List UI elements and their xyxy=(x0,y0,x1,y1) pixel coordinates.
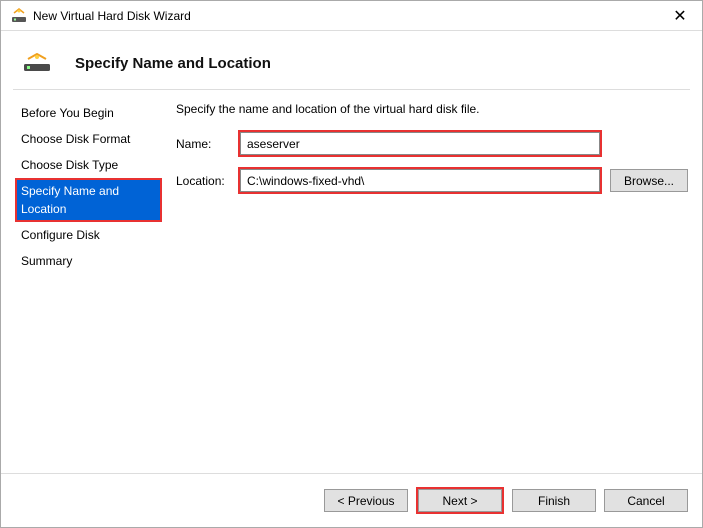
step-before-you-begin[interactable]: Before You Begin xyxy=(15,100,162,126)
next-button[interactable]: Next > xyxy=(418,489,502,512)
finish-button[interactable]: Finish xyxy=(512,489,596,512)
step-choose-disk-format[interactable]: Choose Disk Format xyxy=(15,126,162,152)
content-pane: Specify the name and location of the vir… xyxy=(162,90,702,465)
browse-button[interactable]: Browse... xyxy=(610,169,688,192)
previous-button[interactable]: < Previous xyxy=(324,489,408,512)
cancel-button[interactable]: Cancel xyxy=(604,489,688,512)
close-button[interactable]: ✕ xyxy=(658,1,702,31)
name-input[interactable] xyxy=(240,132,600,155)
title-bar: New Virtual Hard Disk Wizard ✕ xyxy=(1,1,702,31)
wizard-footer: < Previous Next > Finish Cancel xyxy=(1,473,702,527)
name-label: Name: xyxy=(176,137,238,151)
location-label: Location: xyxy=(176,174,238,188)
window-title: New Virtual Hard Disk Wizard xyxy=(33,9,658,23)
app-icon xyxy=(11,8,27,24)
wizard-steps: Before You Begin Choose Disk Format Choo… xyxy=(1,90,162,465)
page-title: Specify Name and Location xyxy=(75,55,271,72)
step-configure-disk[interactable]: Configure Disk xyxy=(15,222,162,248)
wizard-header: Specify Name and Location xyxy=(1,31,702,89)
instruction-text: Specify the name and location of the vir… xyxy=(176,102,688,116)
location-input[interactable] xyxy=(240,169,600,192)
disk-icon xyxy=(23,53,51,73)
step-summary[interactable]: Summary xyxy=(15,248,162,274)
step-choose-disk-type[interactable]: Choose Disk Type xyxy=(15,152,162,178)
step-specify-name-location[interactable]: Specify Name and Location xyxy=(15,178,162,222)
